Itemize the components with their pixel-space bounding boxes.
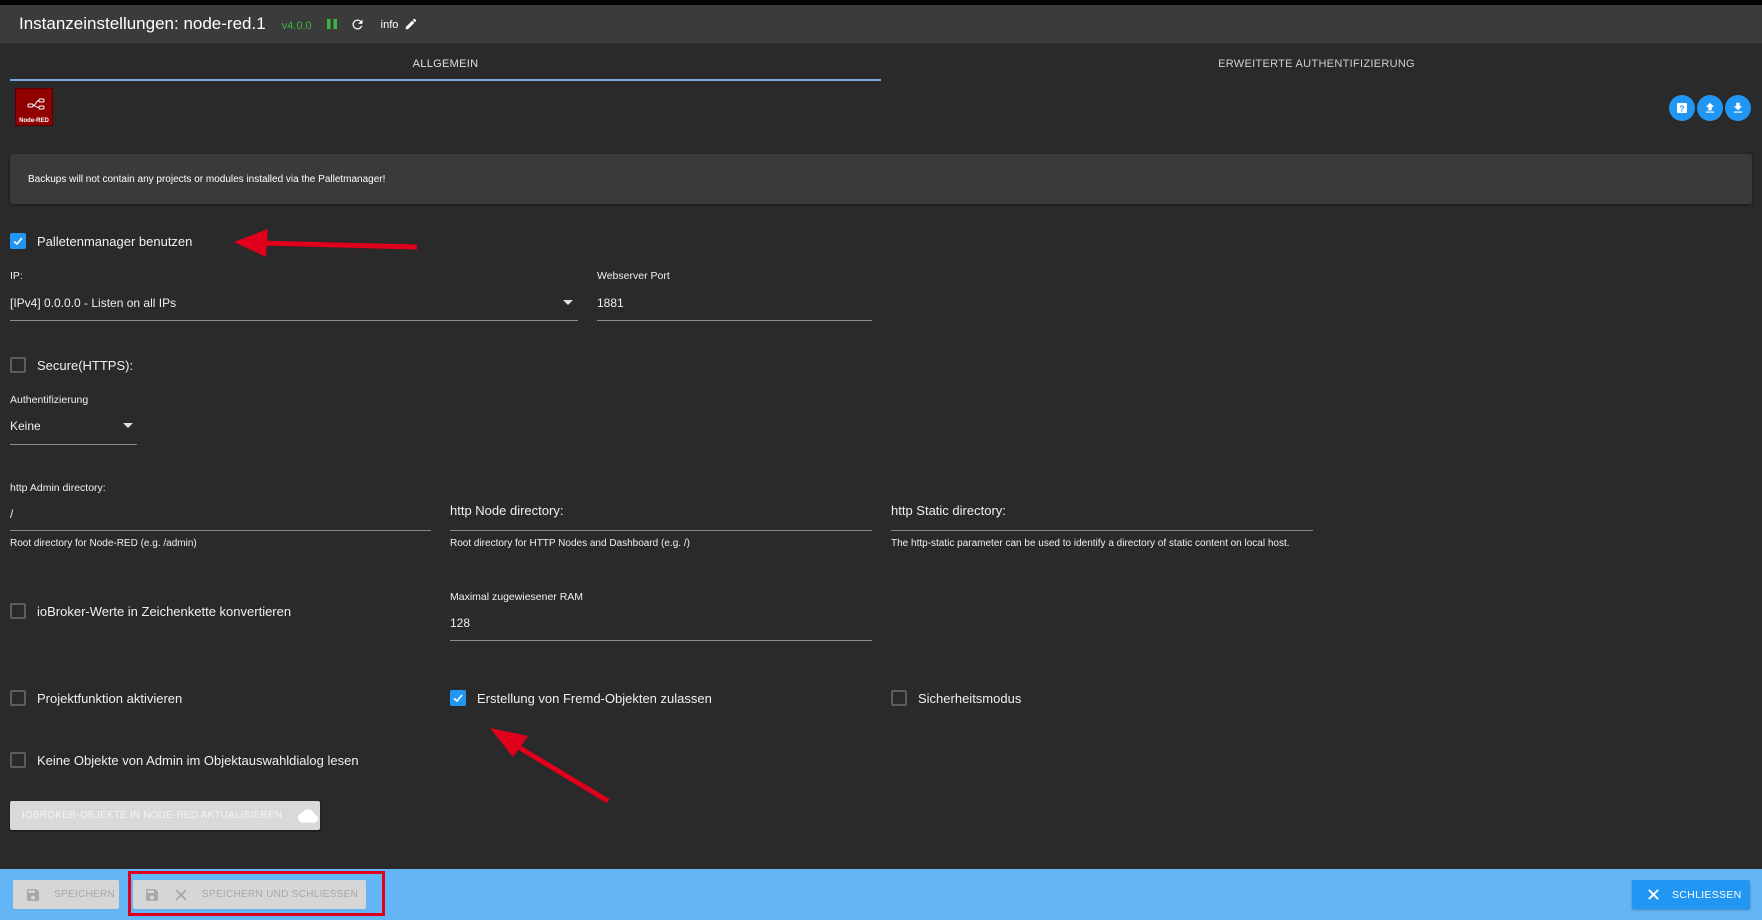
ip-dropdown-icon[interactable] — [563, 300, 573, 305]
secure-https-label: Secure(HTTPS): — [37, 357, 134, 373]
convert-values-label: ioBroker-Werte in Zeichenkette konvertie… — [37, 603, 292, 619]
webserver-port-input[interactable]: 1881 — [597, 296, 624, 310]
pencil-icon — [406, 18, 417, 30]
edit-button[interactable] — [404, 17, 418, 31]
http-node-helper: Root directory for HTTP Nodes and Dashbo… — [450, 538, 690, 549]
project-function-checkbox[interactable]: Projektfunktion aktivieren — [10, 690, 182, 706]
backup-notice: Backups will not contain any projects or… — [10, 154, 1752, 204]
node-red-logo-icon — [27, 98, 45, 110]
annotation-arrows — [234, 229, 610, 804]
logo-text: Node-RED — [19, 118, 49, 124]
download-icon — [1733, 102, 1743, 113]
palette-manager-checkbox[interactable]: Palletenmanager benutzen — [10, 233, 192, 249]
ip-underline — [10, 320, 578, 321]
secure-https-checkbox[interactable]: Secure(HTTPS): — [10, 357, 133, 373]
upload-icon — [1705, 102, 1715, 113]
ip-select[interactable]: [IPv4] 0.0.0.0 - Listen on all IPs — [10, 296, 176, 310]
save-button[interactable]: SPEICHERN — [13, 880, 119, 909]
pause-button[interactable] — [326, 18, 338, 30]
safe-mode-checkbox[interactable]: Sicherheitsmodus — [891, 690, 1021, 706]
no-admin-objects-checkbox[interactable]: Keine Objekte von Admin im Objektauswahl… — [10, 752, 359, 768]
http-admin-label: http Admin directory: — [10, 482, 106, 494]
help-icon: ? — [1677, 103, 1687, 114]
safe-mode-label: Sicherheitsmodus — [918, 690, 1022, 706]
http-admin-helper: Root directory for Node-RED (e.g. /admin… — [10, 538, 197, 549]
update-objects-label: IOBROKER-OBJEKTE IN NODE-RED AKTUALISIER… — [22, 810, 283, 821]
http-admin-underline — [10, 530, 431, 531]
auth-underline — [10, 444, 137, 445]
download-button[interactable] — [1725, 95, 1751, 121]
max-ram-underline — [450, 640, 872, 641]
foreign-objects-checkbox[interactable]: Erstellung von Fremd-Objekten zulassen — [450, 690, 712, 706]
auth-select[interactable]: Keine — [10, 419, 41, 433]
page-title: Instanzeinstellungen: node-red.1 — [19, 14, 266, 33]
palette-manager-label: Palletenmanager benutzen — [37, 233, 193, 249]
cloud-icon — [298, 808, 319, 823]
no-admin-objects-label: Keine Objekte von Admin im Objektauswahl… — [37, 752, 359, 768]
checkbox-checked-icon — [10, 233, 26, 249]
max-ram-label: Maximal zugewiesener RAM — [450, 591, 584, 603]
http-node-underline[interactable] — [450, 530, 872, 531]
webserver-port-underline — [597, 320, 872, 321]
node-red-logo: Node-RED — [15, 88, 53, 126]
upload-button[interactable] — [1697, 95, 1723, 121]
arrow-icon-palette — [234, 229, 418, 257]
convert-values-checkbox[interactable]: ioBroker-Werte in Zeichenkette konvertie… — [10, 603, 291, 619]
close-label: SCHLIESSEN — [1672, 888, 1742, 901]
info-label: info — [380, 19, 399, 31]
save-label: SPEICHERN — [54, 889, 116, 900]
svg-text:?: ? — [1680, 105, 1685, 114]
help-button[interactable]: ? — [1669, 95, 1695, 121]
max-ram-input[interactable]: 128 — [450, 616, 470, 630]
foreign-objects-label: Erstellung von Fremd-Objekten zulassen — [477, 690, 712, 706]
highlight-box — [128, 871, 385, 916]
http-static-helper: The http-static parameter can be used to… — [891, 538, 1290, 549]
refresh-icon — [352, 18, 363, 29]
close-button[interactable]: SCHLIESSEN — [1632, 880, 1750, 909]
title-bar: Instanzeinstellungen: node-red.1 v4.0.0 … — [0, 0, 1762, 43]
auth-label: Authentifizierung — [10, 394, 89, 406]
http-admin-input[interactable]: / — [10, 507, 13, 521]
http-node-label: http Node directory: — [450, 503, 564, 518]
update-objects-button[interactable]: IOBROKER-OBJEKTE IN NODE-RED AKTUALISIER… — [10, 801, 320, 830]
ip-label: IP: — [10, 270, 23, 282]
save-icon — [27, 888, 39, 901]
pause-icon — [326, 19, 337, 29]
version-badge: v4.0.0 — [281, 19, 312, 32]
tab-allgemein[interactable]: ALLGEMEIN — [10, 43, 881, 81]
checkbox-checked-icon — [450, 690, 466, 706]
project-function-label: Projektfunktion aktivieren — [37, 690, 183, 706]
tab-bar: ALLGEMEIN ERWEITERTE AUTHENTIFIZIERUNG — [10, 43, 1752, 81]
http-static-label: http Static directory: — [891, 503, 1006, 518]
close-icon — [1648, 889, 1659, 900]
restart-button[interactable] — [350, 17, 365, 32]
http-static-underline[interactable] — [891, 530, 1313, 531]
tab-erweiterte-authentifizierung[interactable]: ERWEITERTE AUTHENTIFIZIERUNG — [881, 43, 1752, 81]
arrow-icon-foreign-objects — [490, 728, 610, 804]
auth-dropdown-icon[interactable] — [123, 423, 133, 428]
webserver-port-label: Webserver Port — [597, 270, 670, 282]
